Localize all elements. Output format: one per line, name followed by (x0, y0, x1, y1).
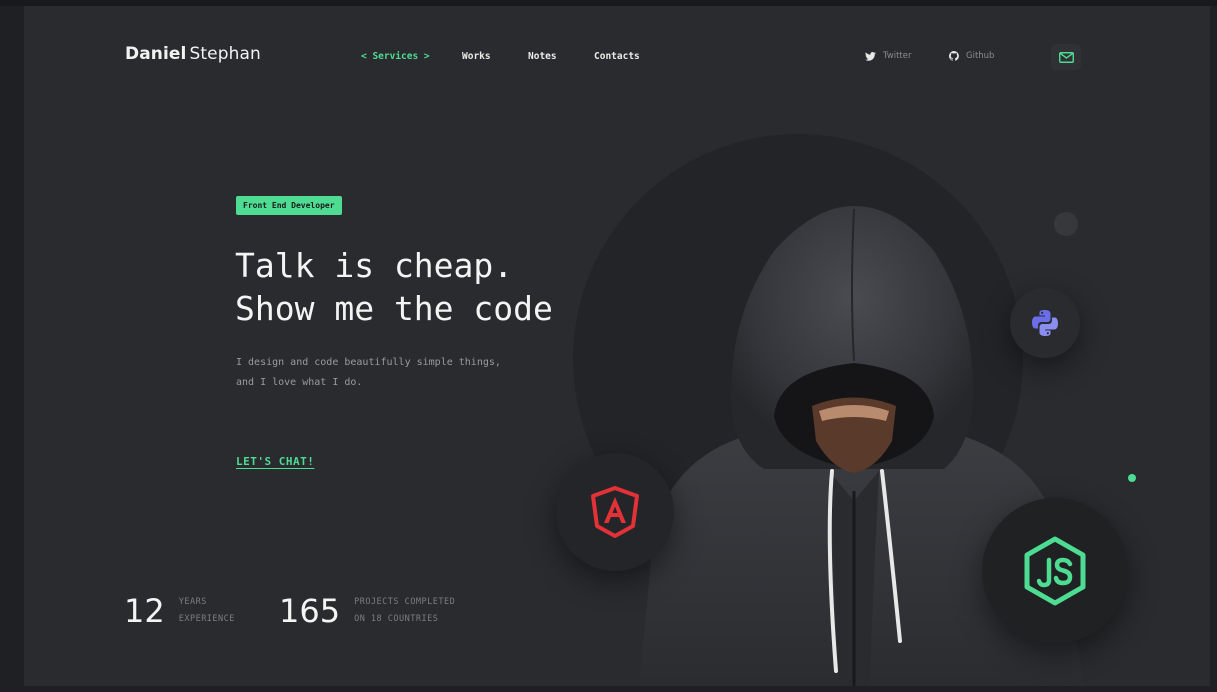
angular-badge (556, 453, 674, 571)
stat-value: 12 (124, 592, 165, 630)
headline-line-2: Show me the code (235, 289, 553, 328)
headline-line-1: Talk is cheap. (235, 246, 514, 285)
github-icon (949, 51, 959, 61)
subtitle-line-1: I design and code beautifully simple thi… (236, 357, 501, 368)
stat-label: PROJECTS COMPLETED ON 18 COUNTRIES (354, 594, 455, 628)
twitter-label: Twitter (883, 51, 912, 61)
mail-icon (1058, 51, 1074, 63)
twitter-icon (865, 51, 876, 61)
mail-button[interactable] (1051, 44, 1081, 70)
logo-last-name: Stephan (189, 44, 261, 64)
stat-projects: 165 PROJECTS COMPLETED ON 18 COUNTRIES (279, 594, 455, 628)
github-link[interactable]: Github (949, 51, 994, 61)
stat-label-line-2: ON 18 COUNTRIES (354, 614, 439, 624)
nav-notes[interactable]: Notes (528, 51, 557, 62)
lets-chat-link[interactable]: LET'S CHAT! (236, 455, 314, 468)
nav-works[interactable]: Works (462, 51, 491, 62)
twitter-link[interactable]: Twitter (865, 51, 912, 61)
hero-headline: Talk is cheap. Show me the code (235, 244, 553, 330)
logo-first-name: Daniel (125, 44, 187, 64)
stat-label-line-1: PROJECTS COMPLETED (354, 597, 456, 607)
subtitle-line-2: and I love what I do. (236, 377, 363, 388)
stat-label-line-1: YEARS (178, 597, 207, 607)
nodejs-badge (982, 498, 1128, 644)
stat-label-line-2: EXPERIENCE (178, 614, 235, 624)
nav-services[interactable]: < Services > (361, 51, 441, 62)
python-badge (1010, 288, 1080, 358)
nodejs-icon (1024, 536, 1086, 606)
landing-page: Daniel Stephan < Services > Works Notes C… (24, 6, 1210, 686)
hero-subtitle: I design and code beautifully simple thi… (236, 353, 501, 393)
angular-icon (591, 486, 639, 538)
stat-label: YEARS EXPERIENCE (179, 594, 235, 628)
stat-value: 165 (279, 592, 341, 630)
stat-experience: 12 YEARS EXPERIENCE (124, 594, 235, 628)
github-label: Github (966, 51, 995, 61)
site-logo[interactable]: Daniel Stephan (125, 44, 261, 64)
role-badge: Front End Developer (236, 196, 342, 215)
python-icon (1032, 310, 1058, 336)
decorative-dot-green (1128, 474, 1136, 482)
nav-contacts[interactable]: Contacts (594, 51, 654, 62)
